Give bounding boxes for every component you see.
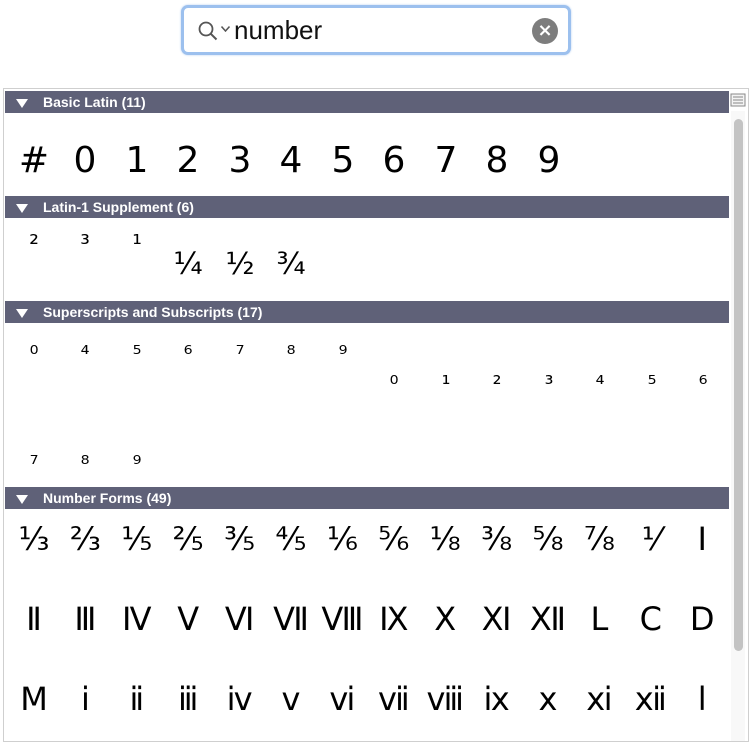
glyph-cell[interactable]: ⁸ bbox=[265, 342, 317, 367]
glyph-cell[interactable]: 7 bbox=[420, 140, 472, 181]
disclosure-triangle-icon[interactable] bbox=[16, 204, 28, 213]
glyph-cell[interactable]: ⁶ bbox=[162, 342, 214, 367]
glyph-cell[interactable]: ⅝ bbox=[522, 520, 574, 558]
glyph-cell[interactable]: ⅕ bbox=[111, 520, 163, 558]
glyph-cell[interactable]: ₃ bbox=[523, 365, 575, 390]
glyph-cell[interactable]: ⅰ bbox=[59, 680, 111, 718]
disclosure-triangle-icon[interactable] bbox=[16, 99, 28, 108]
glyph-cell[interactable]: Ⅲ bbox=[59, 600, 111, 638]
glyph-cell[interactable]: ³ bbox=[59, 230, 111, 258]
glyph-cell[interactable]: ⅜ bbox=[471, 520, 523, 558]
glyph-cell[interactable]: ⅙ bbox=[316, 520, 368, 558]
glyph-cell[interactable]: ₀ bbox=[368, 365, 420, 390]
search-input[interactable] bbox=[234, 13, 524, 47]
glyph-cell[interactable]: Ⅳ bbox=[111, 600, 163, 638]
section-header-superscripts-and-subscripts[interactable]: Superscripts and Subscripts (17) bbox=[5, 301, 729, 323]
glyph-cell[interactable]: 2 bbox=[162, 140, 214, 181]
glyph-cell[interactable]: ₅ bbox=[626, 365, 678, 390]
glyph-cell[interactable]: Ⅱ bbox=[8, 600, 60, 638]
glyph-cell[interactable]: ⁵ bbox=[111, 342, 163, 367]
section-title: Basic Latin (11) bbox=[43, 94, 146, 110]
glyph-cell[interactable]: Ⅿ bbox=[8, 680, 60, 718]
glyph-cell[interactable]: ⅷ bbox=[419, 680, 471, 718]
glyph-cell[interactable]: ⅓ bbox=[8, 520, 60, 558]
glyph-cell[interactable]: ⅔ bbox=[59, 520, 111, 558]
clear-icon[interactable]: × bbox=[532, 18, 558, 44]
section-title: Latin-1 Supplement (6) bbox=[43, 199, 194, 215]
glyph-cell[interactable]: ⅳ bbox=[214, 680, 266, 718]
glyph-cell[interactable]: Ⅺ bbox=[471, 600, 523, 638]
disclosure-triangle-icon[interactable] bbox=[16, 309, 28, 318]
glyph-cell[interactable]: 3 bbox=[214, 140, 266, 181]
glyph-cell[interactable]: 0 bbox=[59, 140, 111, 181]
glyph-cell[interactable]: 6 bbox=[368, 140, 420, 181]
section-title: Number Forms (49) bbox=[43, 490, 172, 506]
glyph-cell[interactable]: Ⅾ bbox=[676, 600, 728, 638]
glyph-cell[interactable]: ⅘ bbox=[265, 520, 317, 558]
glyph-cell[interactable]: 5 bbox=[317, 140, 369, 181]
glyph-cell[interactable]: ² bbox=[8, 230, 60, 258]
character-list[interactable]: Basic Latin (11) # 0 1 2 3 4 5 6 7 8 9 L… bbox=[3, 88, 749, 742]
glyph-cell[interactable]: 8 bbox=[471, 140, 523, 181]
glyph-cell[interactable]: ⅻ bbox=[625, 680, 677, 718]
glyph-cell[interactable]: Ⅻ bbox=[522, 600, 574, 638]
glyph-cell[interactable]: ⅗ bbox=[214, 520, 266, 558]
section-header-number-forms[interactable]: Number Forms (49) bbox=[5, 487, 729, 509]
glyph-cell[interactable]: Ⅷ bbox=[316, 600, 368, 638]
glyph-cell[interactable]: ⅞ bbox=[573, 520, 625, 558]
glyph-cell[interactable]: ₇ bbox=[8, 445, 60, 470]
glyph-cell[interactable]: ¾ bbox=[265, 247, 317, 282]
glyph-cell[interactable]: ½ bbox=[214, 247, 266, 282]
chevron-down-icon[interactable] bbox=[221, 26, 230, 32]
glyph-cell[interactable]: ₁ bbox=[420, 365, 472, 390]
glyph-cell[interactable]: Ⅶ bbox=[265, 600, 317, 638]
glyph-cell[interactable]: ⅚ bbox=[368, 520, 420, 558]
section-title: Superscripts and Subscripts (17) bbox=[43, 304, 263, 320]
glyph-cell[interactable]: ⅵ bbox=[316, 680, 368, 718]
glyph-cell[interactable]: ⅟ bbox=[625, 520, 677, 558]
glyph-cell[interactable]: Ⅴ bbox=[162, 600, 214, 638]
glyph-cell[interactable]: ⁰ bbox=[8, 342, 60, 367]
glyph-cell[interactable]: Ⅼ bbox=[573, 600, 625, 638]
glyph-cell[interactable]: ⅸ bbox=[471, 680, 523, 718]
glyph-cell[interactable]: Ⅵ bbox=[214, 600, 266, 638]
glyph-cell[interactable]: ₉ bbox=[111, 445, 163, 470]
glyph-cell[interactable]: ⅛ bbox=[419, 520, 471, 558]
glyph-cell[interactable]: 1 bbox=[111, 140, 163, 181]
glyph-cell[interactable]: ¹ bbox=[111, 230, 163, 258]
glyph-cell[interactable]: Ⅹ bbox=[419, 600, 471, 638]
glyph-cell[interactable]: ⅺ bbox=[573, 680, 625, 718]
glyph-cell[interactable]: ⅼ bbox=[676, 680, 728, 718]
list-view-icon[interactable] bbox=[730, 92, 746, 108]
glyph-cell[interactable]: ¼ bbox=[162, 247, 214, 282]
scrollbar-thumb[interactable] bbox=[734, 119, 743, 651]
glyph-cell[interactable]: ⅖ bbox=[162, 520, 214, 558]
glyph-cell[interactable]: ⅹ bbox=[522, 680, 574, 718]
glyph-cell[interactable]: ⁷ bbox=[214, 342, 266, 367]
glyph-cell[interactable]: ⁴ bbox=[59, 342, 111, 367]
glyph-cell[interactable]: ₆ bbox=[677, 365, 729, 390]
glyph-cell[interactable]: ₄ bbox=[574, 365, 626, 390]
disclosure-triangle-icon[interactable] bbox=[16, 495, 28, 504]
glyph-cell[interactable]: ⁹ bbox=[317, 342, 369, 367]
section-header-latin-1-supplement[interactable]: Latin-1 Supplement (6) bbox=[5, 196, 729, 218]
glyph-cell[interactable]: ⅶ bbox=[368, 680, 420, 718]
glyph-cell[interactable]: Ⅰ bbox=[676, 520, 728, 558]
glyph-cell[interactable]: # bbox=[8, 140, 60, 181]
glyph-cell[interactable]: ₈ bbox=[59, 445, 111, 470]
glyph-cell[interactable]: Ⅽ bbox=[625, 600, 677, 638]
search-field[interactable]: × bbox=[181, 5, 571, 55]
glyph-cell[interactable]: 9 bbox=[523, 140, 575, 181]
glyph-cell[interactable]: ⅱ bbox=[111, 680, 163, 718]
search-icon[interactable] bbox=[198, 21, 218, 41]
glyph-cell[interactable]: ₂ bbox=[471, 365, 523, 390]
glyph-cell[interactable]: ⅲ bbox=[162, 680, 214, 718]
glyph-cell[interactable]: ⅴ bbox=[265, 680, 317, 718]
section-header-basic-latin[interactable]: Basic Latin (11) bbox=[5, 91, 729, 113]
glyph-cell[interactable]: Ⅸ bbox=[368, 600, 420, 638]
glyph-cell[interactable]: 4 bbox=[265, 140, 317, 181]
